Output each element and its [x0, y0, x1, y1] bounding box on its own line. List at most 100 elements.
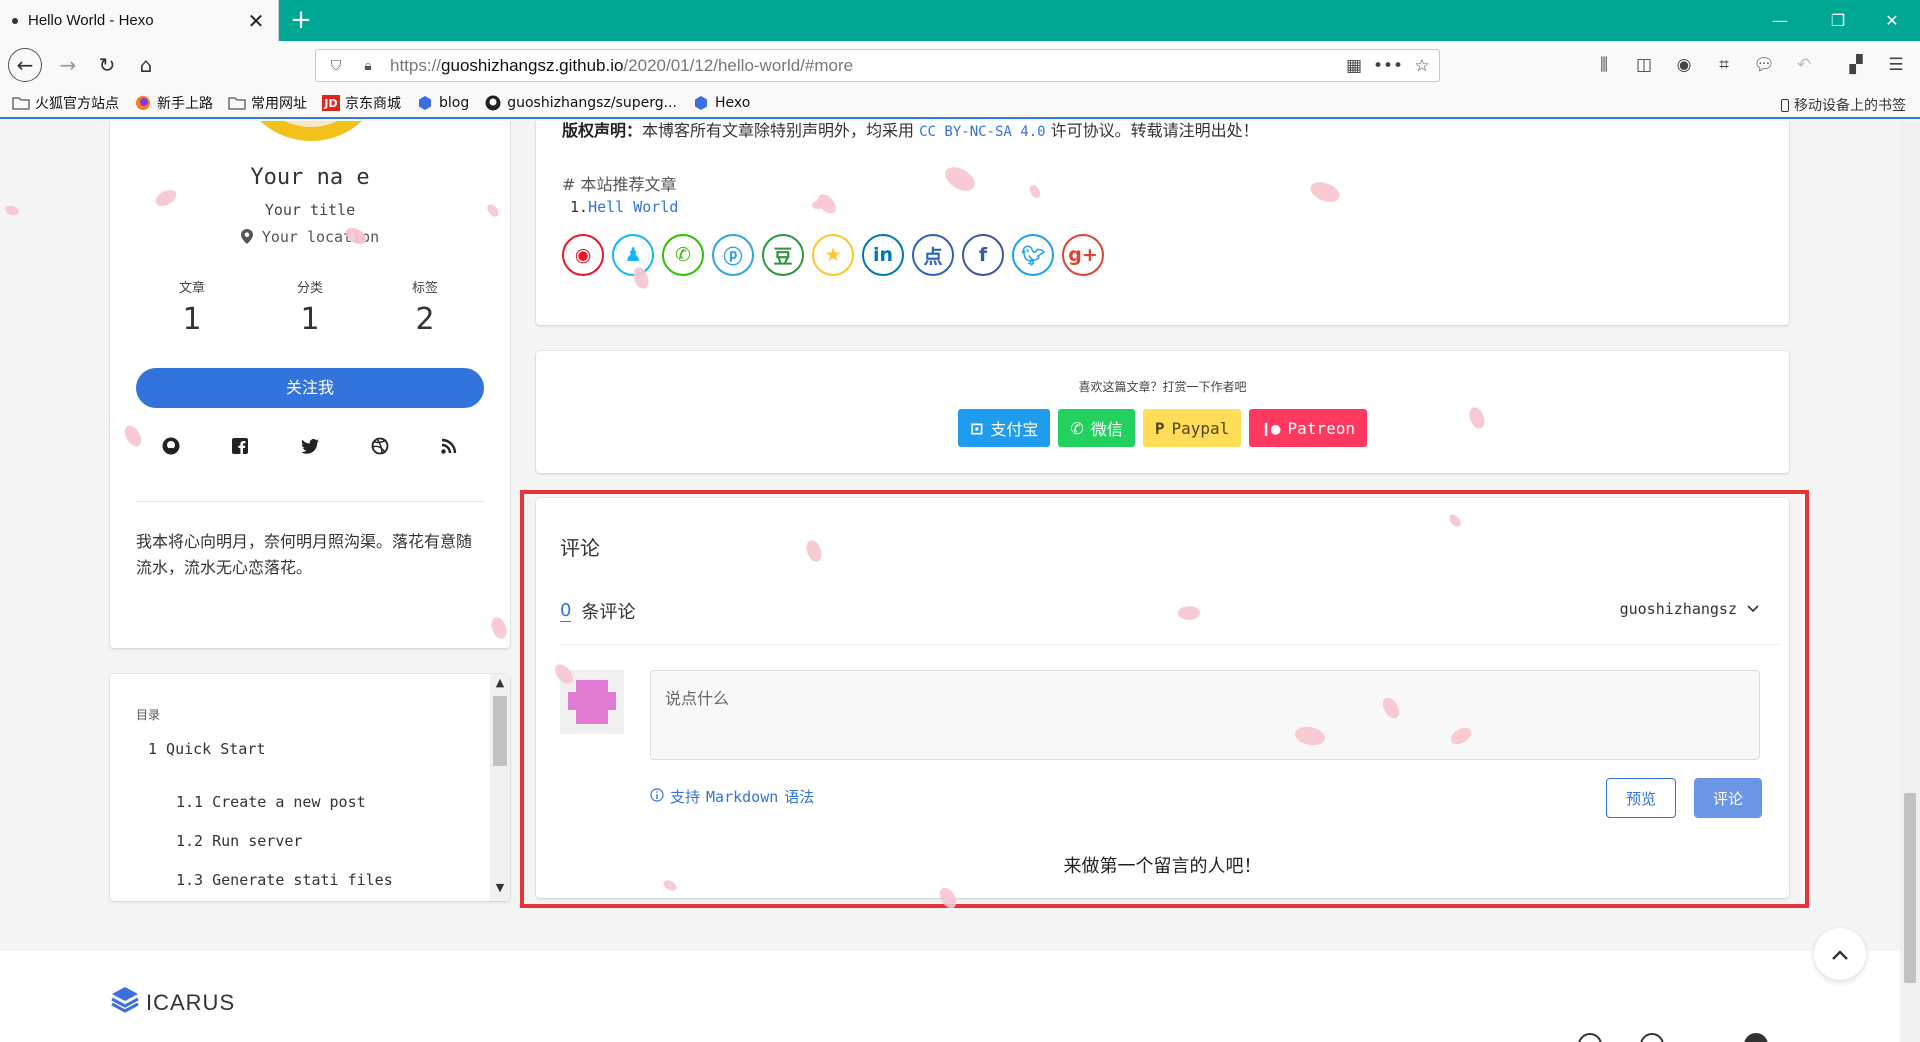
qq-icon[interactable]: ♟ [612, 234, 654, 276]
facebook-icon[interactable]: f [962, 234, 1004, 276]
bookmark-item[interactable]: guoshizhangsz/superg... [484, 95, 677, 111]
url-bar[interactable]: ⛉ 🔒︎ https://guoshizhangsz.github.io/202… [315, 49, 1440, 82]
account-icon[interactable]: ◉ [1670, 51, 1698, 79]
reload-button[interactable]: ↻ [91, 49, 123, 81]
library-icon[interactable]: ⫼ [1590, 51, 1618, 79]
forward-button[interactable]: → [52, 49, 84, 81]
bookmark-item[interactable]: 常用网址 [228, 93, 307, 113]
sidebar-icon[interactable]: ◫ [1630, 51, 1658, 79]
wechat-icon: ✆ [1070, 418, 1084, 438]
scroll-down-icon[interactable]: ▼ [490, 881, 510, 899]
bookmark-item[interactable]: JD 京东商城 [322, 93, 401, 113]
github-icon[interactable] [160, 435, 182, 457]
bookmark-item[interactable]: 新手上路 [134, 93, 213, 113]
qzone-icon[interactable]: ⓟ [712, 234, 754, 276]
hexo-icon [416, 95, 434, 111]
home-button[interactable]: ⌂ [130, 49, 162, 81]
twitter-icon[interactable] [299, 435, 321, 457]
recommend-link[interactable]: Hell World [588, 198, 678, 216]
restore-button[interactable]: ❐ [1808, 0, 1868, 41]
recommend-item: 1.Hell World [570, 198, 679, 216]
undo-icon[interactable]: ↶ [1790, 51, 1818, 79]
douban-icon[interactable]: 豆 [762, 234, 804, 276]
footer: ICARUS [0, 951, 1900, 1042]
bookmark-star-icon[interactable]: ☆ [1405, 56, 1439, 76]
qr-code-icon[interactable]: ▦ [1337, 56, 1371, 76]
toc-item[interactable]: 1.2 Run server [176, 832, 302, 850]
tab-dot-icon [12, 17, 18, 24]
mobile-bookmarks[interactable]: 移动设备上的书签 [1781, 95, 1906, 115]
page-viewport: Your na e Your title Your location 文章 1 … [0, 121, 1900, 1042]
creative-commons-icon[interactable] [1578, 1033, 1602, 1042]
wechat-icon[interactable]: ✆ [662, 234, 704, 276]
license-link[interactable]: CC BY-NC-SA 4.0 [919, 124, 1045, 140]
firefox-icon [134, 95, 152, 111]
alipay-icon: ⊡ [970, 418, 984, 438]
page-scrollbar[interactable] [1900, 121, 1920, 1042]
browser-tab[interactable]: Hello World - Hexo ✕ [0, 0, 279, 41]
close-window-button[interactable]: ✕ [1862, 0, 1920, 41]
alipay-button[interactable]: ⊡ 支付宝 [958, 409, 1051, 447]
paypal-button[interactable]: P Paypal [1142, 409, 1242, 447]
stat-value: 1 [300, 302, 320, 337]
toc-item[interactable]: 1.3 Generate stati files [176, 871, 393, 889]
copyright-notice: 版权声明：本博客所有文章除特别声明外，均采用 CC BY-NC-SA 4.0 许… [562, 121, 1259, 140]
rss-icon[interactable] [438, 435, 460, 457]
stat-label: 文章 [178, 281, 205, 296]
stat-value: 2 [415, 302, 435, 337]
twitter-icon[interactable]: 🐦︎ [1012, 234, 1054, 276]
github-icon[interactable] [1744, 1033, 1768, 1042]
weibo-icon[interactable]: ◉ [562, 234, 604, 276]
chat-icon[interactable]: 💬︎ [1750, 51, 1778, 79]
stat-categories[interactable]: 分类 1 [260, 277, 360, 337]
close-tab-icon[interactable]: ✕ [246, 9, 266, 33]
scroll-up-icon[interactable]: ▲ [490, 676, 510, 694]
toc-scroll-thumb[interactable] [493, 696, 507, 766]
follow-button[interactable]: 关注我 [136, 368, 484, 408]
stat-tags[interactable]: 标签 2 [375, 277, 475, 337]
lock-icon[interactable]: 🔒︎ [356, 58, 380, 74]
linkedin-icon[interactable]: in [862, 234, 904, 276]
github-icon [484, 95, 502, 111]
patreon-icon: ❙● [1261, 418, 1281, 438]
shield-icon[interactable]: ⛉ [324, 58, 348, 74]
minimize-button[interactable]: — [1750, 0, 1810, 41]
qqzone-star-icon[interactable]: ★ [812, 234, 854, 276]
bookmark-item[interactable]: blog [416, 95, 469, 111]
toc-item[interactable]: 1.1 Create a new post [176, 793, 366, 811]
facebook-icon[interactable] [229, 435, 251, 457]
dribbble-icon[interactable] [369, 435, 391, 457]
bookmark-item[interactable]: 火狐官方站点 [12, 93, 119, 113]
toc-item[interactable]: 1 Quick Start [148, 740, 265, 758]
stat-posts[interactable]: 文章 1 [142, 277, 242, 337]
recommend-title: # 本站推荐文章 [562, 175, 677, 194]
icarus-logo-icon [110, 985, 146, 1021]
folder-icon [228, 95, 246, 111]
wechat-pay-button[interactable]: ✆ 微信 [1058, 409, 1135, 447]
url-text[interactable]: https://guoshizhangsz.github.io/2020/01/… [390, 56, 1337, 76]
page-scroll-thumb[interactable] [1904, 793, 1916, 983]
new-tab-button[interactable]: + [287, 6, 315, 34]
back-button[interactable]: ← [8, 48, 42, 82]
avatar [236, 121, 386, 141]
attribution-icon[interactable] [1640, 1033, 1664, 1042]
more-actions-icon[interactable]: ••• [1371, 56, 1405, 76]
googleplus-icon[interactable]: g+ [1062, 234, 1104, 276]
screenshot-icon[interactable]: ⌗ [1710, 51, 1738, 79]
navigation-bar: ← → ↻ ⌂ ⛉ 🔒︎ https://guoshizhangsz.githu… [0, 41, 1920, 89]
paypal-icon: P [1154, 418, 1165, 438]
stat-label: 分类 [296, 281, 323, 296]
hexo-icon [692, 95, 710, 111]
bookmark-item[interactable]: Hexo [692, 95, 750, 111]
extensions-icon[interactable]: ▞ [1842, 51, 1870, 79]
patreon-button[interactable]: ❙● Patreon [1249, 409, 1367, 447]
footer-logo[interactable]: ICARUS [110, 985, 235, 1021]
dianping-icon[interactable]: 点 [912, 234, 954, 276]
toc-scrollbar[interactable]: ▲ ▼ [490, 674, 510, 901]
menu-icon[interactable]: ☰ [1882, 51, 1910, 79]
highlight-box [520, 490, 1809, 908]
location-pin-icon [240, 228, 262, 246]
bookmarks-bar: 火狐官方站点 新手上路 常用网址 JD 京东商城 blog guoshizhang… [0, 89, 1920, 119]
back-to-top-button[interactable] [1814, 928, 1866, 980]
tab-title: Hello World - Hexo [28, 12, 154, 29]
